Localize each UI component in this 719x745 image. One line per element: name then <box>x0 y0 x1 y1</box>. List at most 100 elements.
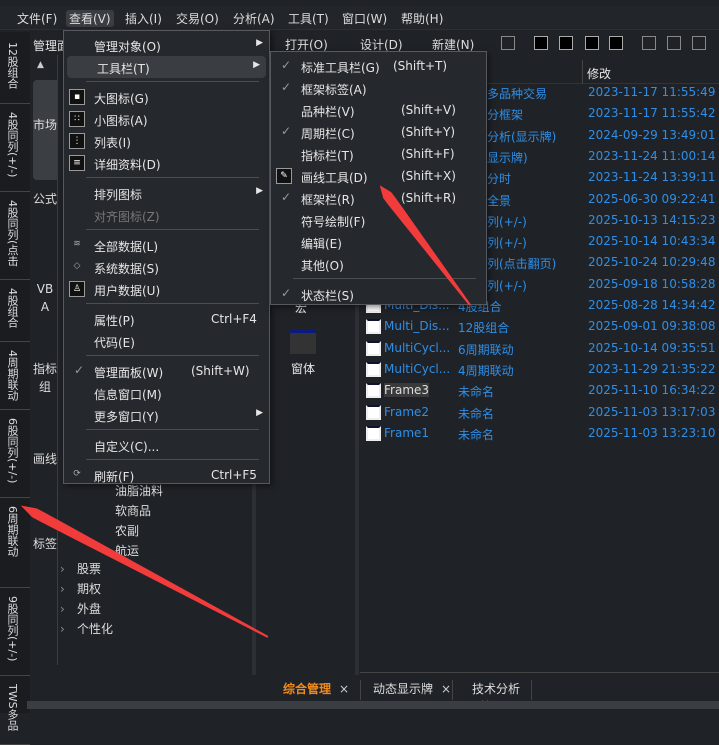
menu-item[interactable]: 代码(E) <box>64 330 269 352</box>
menu-item[interactable]: ✓ 框架标签(A) <box>271 77 486 99</box>
tree-group[interactable]: 股票 <box>77 560 101 577</box>
expand-icon[interactable]: › <box>60 622 65 636</box>
side-tab[interactable]: 公式 <box>33 170 57 260</box>
menu-item[interactable]: 品种栏(V) (Shift+V) <box>271 99 486 121</box>
menu-7[interactable]: 帮助(H) <box>398 10 446 27</box>
menu-item[interactable]: 属性(P) Ctrl+F4 <box>64 308 269 330</box>
frame-tab[interactable]: 4股组合 <box>0 280 30 342</box>
menu-item[interactable]: 自定义(C)... <box>64 434 269 456</box>
menu-item[interactable]: ✓ 框架栏(R) (Shift+R) <box>271 187 486 209</box>
scroll-up-icon[interactable]: ▲ <box>37 60 44 70</box>
tree-item[interactable]: 软商品 <box>115 502 151 519</box>
frame-tab[interactable]: 4股同列(点击 <box>0 192 30 280</box>
frame-tab[interactable]: 6股同列(+/-) <box>0 410 30 498</box>
table-row[interactable]: Multi_Dis... 12股组合 2025-09-01 09:38:08 <box>366 317 719 337</box>
frame-file-icon <box>366 404 381 420</box>
expand-icon[interactable]: › <box>60 562 65 576</box>
tree-group[interactable]: 外盘 <box>77 600 101 617</box>
tree-group[interactable]: 期权 <box>77 580 101 597</box>
menu-item[interactable]: ✓ 管理面板(W) (Shift+W) <box>64 360 269 382</box>
menu-item[interactable]: ✓ 周期栏(C) (Shift+Y) <box>271 121 486 143</box>
side-tab[interactable]: 画线 <box>33 430 57 520</box>
row-modified: 2025-10-14 09:35:51 <box>588 340 716 355</box>
menu-item[interactable]: ✎ 画线工具(D) (Shift+X) <box>271 165 486 187</box>
bottom-tab[interactable]: 技术分析× <box>452 680 532 711</box>
list-icon[interactable] <box>585 36 599 50</box>
menu-item[interactable]: 排列图标 ▶ <box>64 182 269 204</box>
table-row[interactable]: MultiCycl... 4周期联动 2023-11-29 21:35:22 <box>366 360 719 380</box>
tree-item[interactable]: 农副 <box>115 522 139 539</box>
menu-item[interactable]: 指标栏(T) (Shift+F) <box>271 143 486 165</box>
menu-item[interactable]: ⟳ 刷新(F) Ctrl+F5 <box>64 464 269 486</box>
frame-tab[interactable]: TWS多品 <box>0 676 30 745</box>
user-icon[interactable] <box>692 36 706 50</box>
submenu-arrow-icon: ▶ <box>256 38 263 48</box>
menu-4[interactable]: 分析(A) <box>230 10 278 27</box>
frame-tab[interactable]: 6周期联动 <box>0 498 30 588</box>
column-modified[interactable]: 修改 <box>587 65 611 82</box>
tree-group[interactable]: 个性化 <box>77 620 113 637</box>
row-modified: 2023-11-24 11:00:14 <box>588 148 716 163</box>
frame-file-icon <box>366 425 381 441</box>
menu-item[interactable]: 工具栏(T) ▶ <box>67 56 266 78</box>
menu-item[interactable]: ▪ 大图标(G) <box>64 86 269 108</box>
side-tab[interactable]: VBA <box>33 260 57 330</box>
menu-item-label: 符号绘制(F) <box>301 215 366 229</box>
table-row[interactable]: Frame2 未命名 2025-11-03 13:17:03 <box>366 403 719 423</box>
frame-tab[interactable]: 4周期联动 <box>0 342 30 410</box>
frame-tab[interactable]: 9股同列(+/-) <box>0 588 30 676</box>
menu-item[interactable]: ∷ 小图标(A) <box>64 108 269 130</box>
menu-item[interactable]: ≋ 全部数据(L) <box>64 234 269 256</box>
layer-icon[interactable] <box>667 36 681 50</box>
menu-item[interactable]: ≡ 详细资料(D) <box>64 152 269 174</box>
frame-tab[interactable]: 12股组合 <box>0 34 30 104</box>
menu-6[interactable]: 窗口(W) <box>339 10 390 27</box>
row-description: 未命名 <box>458 406 495 421</box>
menu-item[interactable]: 更多窗口(Y) ▶ <box>64 404 269 426</box>
table-row[interactable]: MultiCycl... 6周期联动 2025-10-14 09:35:51 <box>366 339 719 359</box>
side-tab[interactable]: 指标组 <box>33 340 57 430</box>
menu-item[interactable]: 编辑(E) <box>271 231 486 253</box>
menu-item[interactable]: ♙ 用户数据(U) <box>64 278 269 300</box>
frame-tab[interactable]: 4股同列(+/-) <box>0 104 30 192</box>
row-description: 列(+/-) <box>487 214 527 229</box>
form-icon[interactable] <box>290 330 316 354</box>
delete-icon[interactable] <box>501 36 515 50</box>
large-icons-icon[interactable] <box>534 36 548 50</box>
menu-item-label: 排列图标 <box>94 188 143 202</box>
form-label[interactable]: 窗体 <box>291 360 315 377</box>
menu-item: 对齐图标(Z) <box>64 204 269 226</box>
table-row[interactable]: Frame1 未命名 2025-11-03 13:23:10 <box>366 424 719 444</box>
bottom-tab[interactable]: 动态显示牌 × <box>353 680 453 700</box>
row-description: 全景 <box>487 193 512 208</box>
small-icons-icon: ∷ <box>69 111 85 127</box>
side-tab[interactable]: 市场 <box>33 80 57 180</box>
details-icon[interactable] <box>609 36 623 50</box>
close-icon[interactable]: × <box>441 682 451 696</box>
check-icon: ✓ <box>281 124 292 138</box>
check-icon: ✓ <box>281 190 292 204</box>
horizontal-scrollbar[interactable] <box>27 701 719 709</box>
small-icons-icon[interactable] <box>559 36 573 50</box>
close-icon[interactable]: × <box>339 682 349 696</box>
menu-shortcut: Ctrl+F5 <box>211 468 257 482</box>
expand-icon[interactable]: › <box>60 602 65 616</box>
menu-item[interactable]: ✓ 标准工具栏(G) (Shift+T) <box>271 55 486 77</box>
menu-3[interactable]: 交易(O) <box>173 10 222 27</box>
menu-item[interactable]: 管理对象(O) ▶ <box>64 34 269 56</box>
menu-0[interactable]: 文件(F) <box>14 10 60 27</box>
menu-item[interactable]: 符号绘制(F) <box>271 209 486 231</box>
menu-2[interactable]: 插入(I) <box>122 10 165 27</box>
bottom-tab[interactable]: 综合管理 × <box>263 680 361 700</box>
row-modified: 2023-11-24 13:39:11 <box>588 170 716 185</box>
menu-5[interactable]: 工具(T) <box>285 10 332 27</box>
menu-1[interactable]: 查看(V) <box>66 10 114 27</box>
layers-icon[interactable] <box>642 36 656 50</box>
expand-icon[interactable]: › <box>60 582 65 596</box>
table-row[interactable]: Frame3 未命名 2025-11-10 16:34:22 <box>366 381 719 401</box>
menu-item-label: 管理对象(O) <box>94 40 161 54</box>
menu-item[interactable]: ⋮ 列表(I) <box>64 130 269 152</box>
menu-item[interactable]: 信息窗口(M) <box>64 382 269 404</box>
menu-item[interactable]: ◇ 系统数据(S) <box>64 256 269 278</box>
menu-item[interactable]: 其他(O) <box>271 253 486 275</box>
